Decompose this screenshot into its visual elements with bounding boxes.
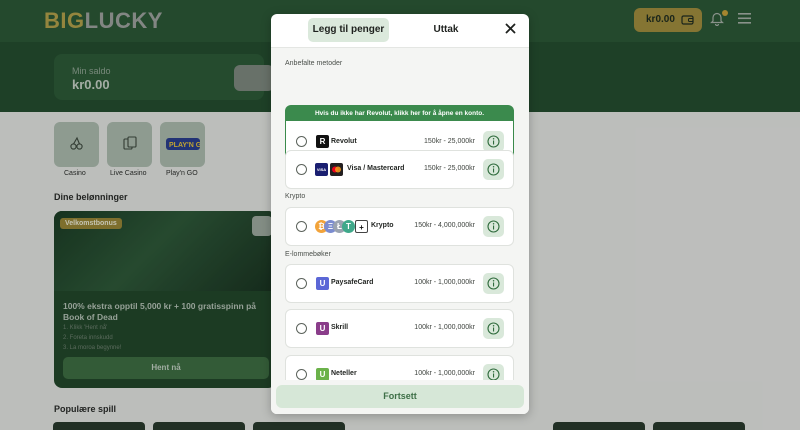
info-icon [487, 220, 500, 233]
method-range: 150kr - 25,000kr [424, 165, 475, 172]
ewallet-label: E-lommebøker [285, 251, 331, 258]
tether-icon: T [342, 220, 355, 233]
method-visa-mastercard[interactable]: VISA Visa / Mastercard 150kr - 25,000kr [285, 150, 514, 189]
crypto-label: Krypto [285, 193, 306, 200]
method-range: 100kr - 1,000,000kr [414, 324, 475, 331]
info-icon [487, 163, 500, 176]
method-name: Skrill [331, 324, 349, 331]
info-button-visa[interactable] [483, 159, 504, 180]
method-range: 150kr - 4,000,000kr [414, 222, 475, 229]
tab-withdraw[interactable]: Uttak [425, 18, 467, 42]
radio-paysafecard[interactable] [296, 278, 307, 289]
radio-skrill[interactable] [296, 323, 307, 334]
info-button-skrill[interactable] [483, 318, 504, 339]
more-coins-icon: + [355, 220, 368, 233]
continue-button[interactable]: Fortsett [276, 385, 524, 408]
info-button-crypto[interactable] [483, 216, 504, 237]
method-name: Revolut [331, 138, 357, 145]
radio-neteller[interactable] [296, 369, 307, 380]
method-name: Krypto [371, 222, 394, 229]
tab-deposit[interactable]: Legg til penger [308, 18, 389, 42]
mastercard-icon [330, 163, 343, 176]
info-button-revolut[interactable] [483, 131, 504, 152]
info-icon [487, 135, 500, 148]
modal-footer: Fortsett [271, 380, 529, 414]
paysafecard-icon: U [316, 277, 329, 290]
method-name: PaysafeCard [331, 279, 374, 286]
method-skrill[interactable]: U Skrill 100kr - 1,000,000kr [285, 309, 514, 348]
revolut-banner[interactable]: Hvis du ikke har Revolut, klikk her for … [285, 105, 514, 122]
method-range: 150kr - 25,000kr [424, 138, 475, 145]
skrill-icon: U [316, 322, 329, 335]
payment-methods-list[interactable]: Anbefalte metoder Hvis du ikke har Revol… [271, 48, 529, 394]
info-icon [487, 277, 500, 290]
method-name: Visa / Mastercard [347, 165, 405, 172]
method-range: 100kr - 1,000,000kr [414, 370, 475, 377]
method-range: 100kr - 1,000,000kr [414, 279, 475, 286]
info-button-paysafecard[interactable] [483, 273, 504, 294]
radio-crypto[interactable] [296, 221, 307, 232]
info-icon [487, 322, 500, 335]
deposit-modal: Legg til penger Uttak Anbefalte metoder … [271, 14, 529, 414]
revolut-icon: R [316, 135, 329, 148]
method-crypto[interactable]: ₿ Ξ Ł T + Krypto 150kr - 4,000,000kr [285, 207, 514, 246]
visa-icon: VISA [315, 163, 328, 176]
recommended-label: Anbefalte metoder [285, 60, 343, 67]
radio-revolut[interactable] [296, 136, 307, 147]
radio-visa-mastercard[interactable] [296, 164, 307, 175]
method-paysafecard[interactable]: U PaysafeCard 100kr - 1,000,000kr [285, 264, 514, 303]
close-icon[interactable] [505, 23, 516, 34]
method-name: Neteller [331, 370, 357, 377]
